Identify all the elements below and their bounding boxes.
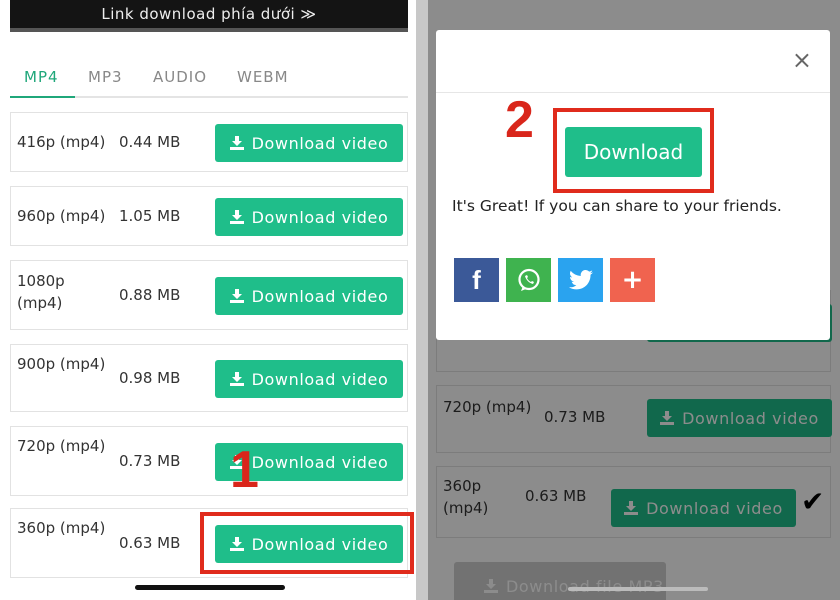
quality-label: 416p (mp4) xyxy=(17,133,106,151)
quality-label: 900p (mp4) xyxy=(17,355,106,373)
download-video-button[interactable]: Download video xyxy=(215,198,403,236)
quality-label: 720p (mp4) xyxy=(17,437,106,455)
file-size: 0.98 MB xyxy=(119,369,181,387)
file-size: 1.05 MB xyxy=(119,207,181,225)
button-label: Download video xyxy=(251,452,389,472)
plus-icon: + xyxy=(621,265,644,295)
tab-mp4[interactable]: MP4 xyxy=(24,68,59,86)
right-screen: 0.98 MB Download video 720p (mp4) 0.73 M… xyxy=(428,0,840,600)
format-row: 1080p (mp4) 0.88 MB Download video xyxy=(10,260,408,330)
format-row: 960p (mp4) 1.05 MB Download video xyxy=(10,186,408,246)
download-video-button[interactable]: Download video xyxy=(215,124,403,162)
file-size: 0.88 MB xyxy=(119,286,181,304)
more-share-button[interactable]: + xyxy=(610,258,655,302)
download-icon xyxy=(229,289,244,303)
button-label: Download video xyxy=(251,133,389,153)
video-banner: Link download phía dưới ≫ xyxy=(10,0,408,32)
button-label: Download video xyxy=(251,369,389,389)
whatsapp-icon xyxy=(517,268,540,291)
modal-divider xyxy=(436,92,830,93)
file-size: 0.63 MB xyxy=(119,534,181,552)
format-row: 720p (mp4) 0.73 MB Download video xyxy=(10,426,408,496)
facebook-share-button[interactable]: f xyxy=(454,258,499,302)
download-icon xyxy=(229,210,244,224)
file-size: 0.73 MB xyxy=(119,452,181,470)
button-label: Download video xyxy=(251,286,389,306)
format-tabs: MP4 MP3 AUDIO WEBM xyxy=(10,66,408,98)
download-icon xyxy=(229,136,244,150)
quality-label: 960p (mp4) xyxy=(17,207,106,225)
share-message: It's Great! If you can share to your fri… xyxy=(452,197,782,215)
button-label: Download video xyxy=(251,207,389,227)
quality-label: 1080p (mp4) xyxy=(17,272,65,312)
download-modal: × Download It's Great! If you can share … xyxy=(436,30,830,340)
active-tab-indicator xyxy=(10,96,75,98)
quality-label: 360p (mp4) xyxy=(17,519,106,537)
download-icon xyxy=(229,372,244,386)
step-number-2: 2 xyxy=(505,91,534,149)
banner-text: Link download phía dưới ≫ xyxy=(101,5,317,23)
highlight-box-1 xyxy=(200,512,414,574)
step-number-1: 1 xyxy=(230,441,259,499)
download-video-button[interactable]: Download video xyxy=(215,360,403,398)
facebook-icon: f xyxy=(472,264,481,295)
whatsapp-share-button[interactable] xyxy=(506,258,551,302)
tab-audio[interactable]: AUDIO xyxy=(153,68,207,86)
twitter-icon xyxy=(568,270,593,290)
highlight-box-2 xyxy=(553,108,714,193)
tab-webm[interactable]: WEBM xyxy=(237,68,289,86)
format-row: 900p (mp4) 0.98 MB Download video xyxy=(10,344,408,412)
format-row: 416p (mp4) 0.44 MB Download video xyxy=(10,112,408,172)
file-size: 0.44 MB xyxy=(119,133,181,151)
tab-mp3[interactable]: MP3 xyxy=(88,68,123,86)
left-screen: Link download phía dưới ≫ MP4 MP3 AUDIO … xyxy=(0,0,416,600)
home-indicator xyxy=(568,587,708,591)
home-indicator xyxy=(135,585,285,590)
close-icon[interactable]: × xyxy=(792,48,812,72)
download-video-button[interactable]: Download video xyxy=(215,277,403,315)
twitter-share-button[interactable] xyxy=(558,258,603,302)
